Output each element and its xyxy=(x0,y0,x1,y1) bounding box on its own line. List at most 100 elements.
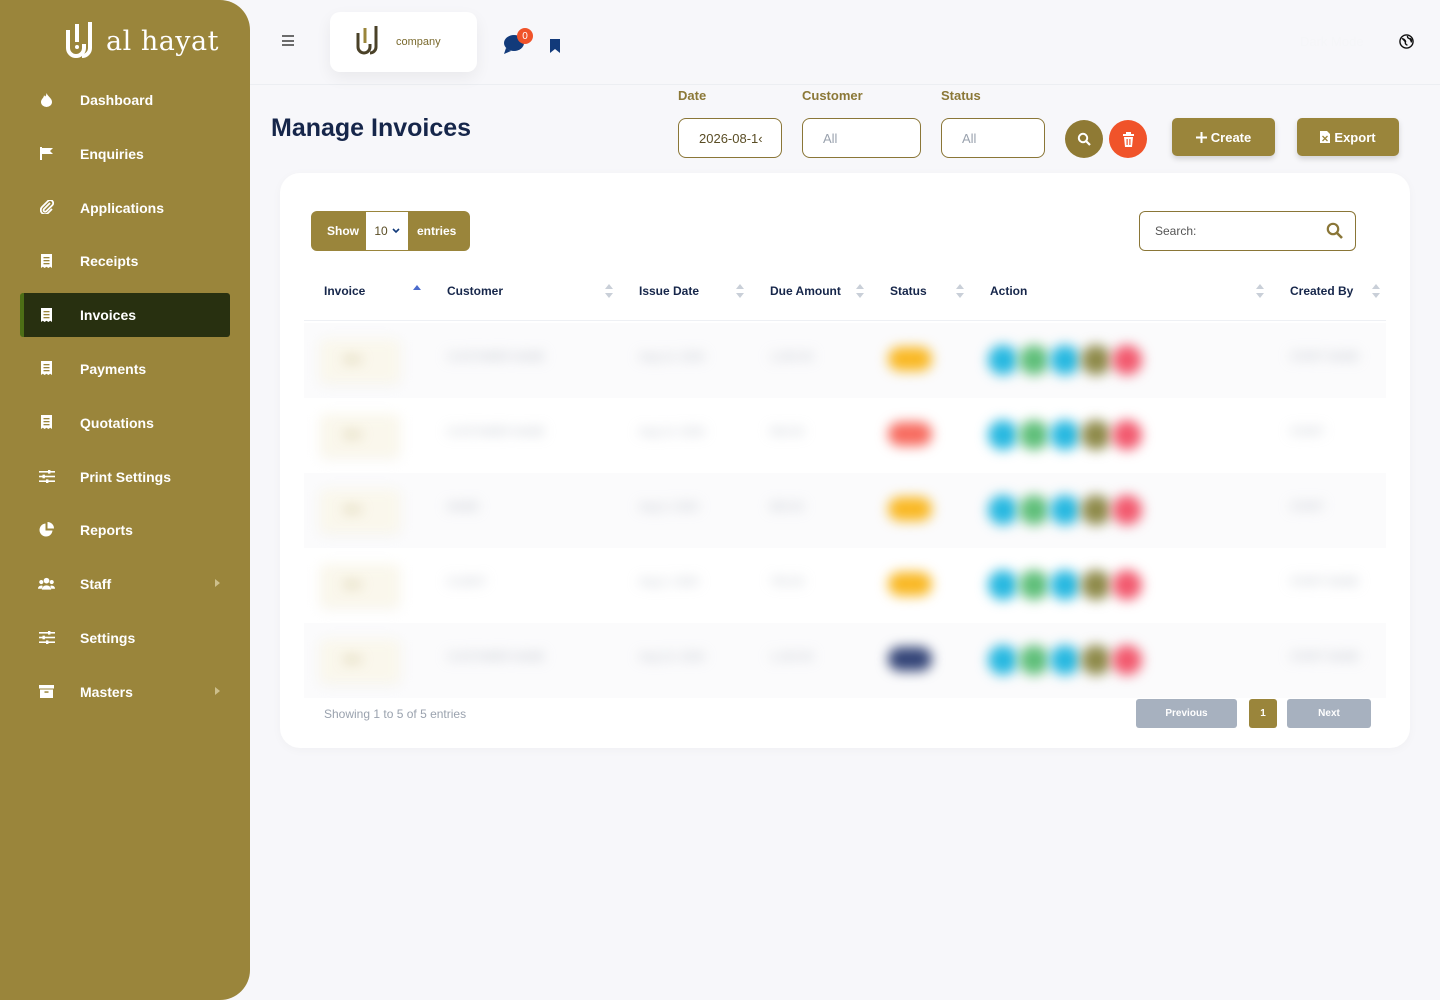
company-switcher[interactable]: company xyxy=(330,12,477,72)
row-action-button[interactable] xyxy=(1019,420,1049,450)
dark-mode-toggle[interactable]: Dark Mode xyxy=(1300,34,1364,49)
sidebar-item-enquiries[interactable]: Enquiries xyxy=(20,132,230,176)
row-action-button[interactable] xyxy=(1019,495,1049,525)
archive-icon xyxy=(38,683,55,700)
sidebar-item-masters[interactable]: Masters xyxy=(20,670,230,714)
chevron-right-icon xyxy=(215,579,220,588)
row-action-button[interactable] xyxy=(1019,645,1049,675)
sort-icon[interactable] xyxy=(856,284,864,298)
brand-name: al hayat xyxy=(106,25,220,57)
row-action-button[interactable] xyxy=(1112,345,1142,375)
invoice-number[interactable]: INV- xyxy=(344,430,363,441)
customer-filter-select[interactable]: All xyxy=(802,118,921,158)
page-size-select[interactable]: 10 xyxy=(366,212,408,250)
column-header-customer[interactable]: Customer xyxy=(447,284,503,298)
date-filter-label: Date xyxy=(678,88,707,103)
export-button[interactable]: Export xyxy=(1297,118,1399,156)
plus-icon xyxy=(1195,131,1207,143)
created-by-cell: STAFF NAME xyxy=(1290,576,1359,588)
sort-icon[interactable] xyxy=(736,284,744,298)
column-header-due-amount[interactable]: Due Amount xyxy=(770,284,841,298)
table-row[interactable]: INV- CLIENT Aug 2, 2026 750.00 STAFF NAME xyxy=(304,548,1386,623)
sidebar-item-label: Applications xyxy=(80,199,165,216)
sidebar-item-dashboard[interactable]: Dashboard xyxy=(20,78,230,122)
receipt-icon xyxy=(38,306,55,323)
sort-ascending-icon[interactable] xyxy=(413,284,421,298)
sidebar-item-reports[interactable]: Reports xyxy=(20,508,230,552)
next-page-button[interactable]: Next xyxy=(1287,699,1371,728)
invoice-number[interactable]: INV- xyxy=(344,355,363,366)
table-search-input[interactable]: Search: xyxy=(1139,211,1356,251)
sidebar-item-settings[interactable]: Settings xyxy=(20,616,230,660)
sort-icon[interactable] xyxy=(1256,284,1264,298)
chevron-down-icon xyxy=(392,228,400,234)
sidebar-item-quotations[interactable]: Quotations xyxy=(20,401,230,445)
sidebar-item-receipts[interactable]: Receipts xyxy=(20,239,230,283)
row-action-button[interactable] xyxy=(1112,420,1142,450)
row-action-button[interactable] xyxy=(988,495,1018,525)
customer-filter-label: Customer xyxy=(802,88,863,103)
brand-logo[interactable]: al hayat xyxy=(64,20,219,62)
column-header-invoice[interactable]: Invoice xyxy=(324,284,365,298)
previous-page-button[interactable]: Previous xyxy=(1136,699,1237,728)
row-action-button[interactable] xyxy=(1081,420,1111,450)
row-action-button[interactable] xyxy=(988,645,1018,675)
row-action-button[interactable] xyxy=(1050,645,1080,675)
row-action-button[interactable] xyxy=(1112,495,1142,525)
receipt-icon xyxy=(38,360,55,377)
bookmark-icon[interactable] xyxy=(550,39,560,53)
row-action-button[interactable] xyxy=(988,420,1018,450)
invoice-number[interactable]: INV- xyxy=(344,505,363,516)
search-filter-button[interactable] xyxy=(1065,120,1103,158)
row-action-button[interactable] xyxy=(1081,570,1111,600)
create-button[interactable]: Create xyxy=(1172,118,1275,156)
row-action-button[interactable] xyxy=(1019,570,1049,600)
row-action-button[interactable] xyxy=(1050,345,1080,375)
sort-icon[interactable] xyxy=(956,284,964,298)
table-row[interactable]: INV- NAME Aug 3, 2026 800.00 STAFF xyxy=(304,473,1386,548)
row-action-button[interactable] xyxy=(1019,345,1049,375)
sort-icon[interactable] xyxy=(1372,284,1380,298)
row-action-button[interactable] xyxy=(1050,495,1080,525)
row-action-button[interactable] xyxy=(988,345,1018,375)
paperclip-icon xyxy=(38,199,55,216)
sidebar-item-payments[interactable]: Payments xyxy=(20,347,230,391)
row-action-button[interactable] xyxy=(1081,345,1111,375)
row-action-button[interactable] xyxy=(1112,570,1142,600)
invoice-number[interactable]: INV- xyxy=(344,580,363,591)
sidebar-item-print-settings[interactable]: Print Settings xyxy=(20,455,230,499)
column-header-issue-date[interactable]: Issue Date xyxy=(639,284,699,298)
table-row[interactable]: INV- CUSTOMER NAME Aug 10, 2026 1,100.00 STA… xyxy=(304,623,1386,698)
search-icon xyxy=(1077,132,1091,146)
sidebar-item-staff[interactable]: Staff xyxy=(20,562,230,606)
hamburger-menu-icon[interactable] xyxy=(282,35,294,46)
column-header-created-by[interactable]: Created By xyxy=(1290,284,1353,298)
status-filter-label: Status xyxy=(941,88,981,103)
sort-icon[interactable] xyxy=(605,284,613,298)
column-header-action[interactable]: Action xyxy=(990,284,1027,298)
sidebar-item-label: Quotations xyxy=(80,414,154,431)
sidebar-item-applications[interactable]: Applications xyxy=(20,186,230,230)
row-action-button[interactable] xyxy=(1081,645,1111,675)
clear-filter-button[interactable] xyxy=(1109,120,1147,158)
table-row[interactable]: INV- CUSTOMER NAME Aug 14, 2026 500.00 STAFF xyxy=(304,398,1386,473)
issue-date-cell: Aug 10, 2026 xyxy=(639,651,705,663)
sidebar-item-label: Dashboard xyxy=(80,92,154,108)
page-size-control: Show 10 entries xyxy=(311,211,470,251)
table-row[interactable]: INV- CUSTOMER NAME Aug 14, 2026 1,200.00 STA… xyxy=(304,323,1386,398)
issue-date-cell: Aug 2, 2026 xyxy=(639,576,699,588)
status-filter-select[interactable]: All xyxy=(941,118,1045,158)
row-action-button[interactable] xyxy=(1050,570,1080,600)
row-action-button[interactable] xyxy=(988,570,1018,600)
invoice-number[interactable]: INV- xyxy=(344,655,363,666)
sidebar-item-invoices[interactable]: Invoices xyxy=(20,293,230,338)
created-by-cell: STAFF xyxy=(1290,501,1325,513)
date-filter-input[interactable]: 2026-08-1‹ xyxy=(678,118,782,158)
row-action-button[interactable] xyxy=(1050,420,1080,450)
column-header-status[interactable]: Status xyxy=(890,284,927,298)
row-action-button[interactable] xyxy=(1112,645,1142,675)
sidebar-item-label: Receipts xyxy=(80,253,139,270)
globe-icon[interactable] xyxy=(1399,34,1414,49)
row-action-button[interactable] xyxy=(1081,495,1111,525)
page-1-button[interactable]: 1 xyxy=(1249,699,1277,728)
